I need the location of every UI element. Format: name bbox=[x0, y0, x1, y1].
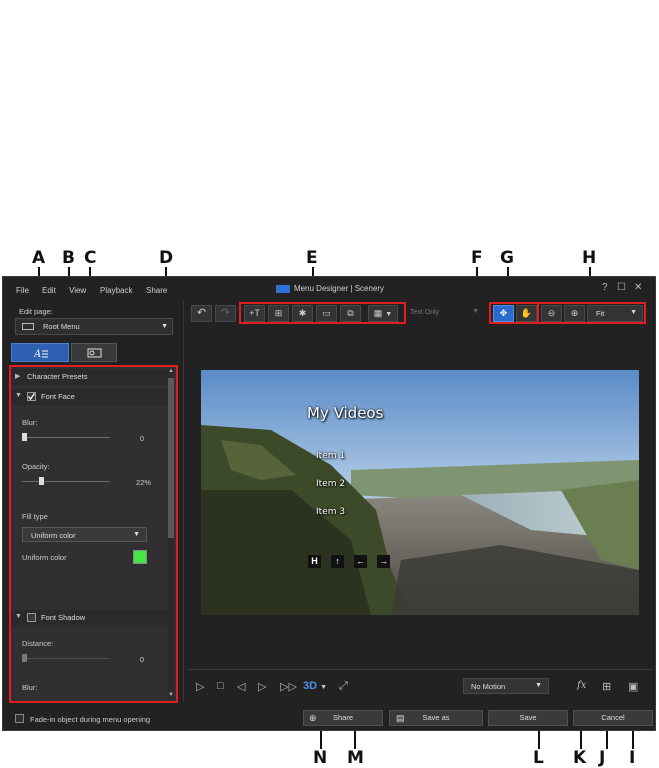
menu-item-3[interactable]: Item 3 bbox=[316, 507, 345, 517]
motion-dropdown[interactable]: No Motion ▼ bbox=[463, 678, 549, 694]
menu-item-2[interactable]: Item 2 bbox=[316, 479, 345, 489]
chevron-down-icon: ▼ bbox=[472, 308, 479, 315]
playback-divider bbox=[187, 669, 653, 670]
next-arrow-button[interactable]: → bbox=[377, 555, 390, 568]
cancel-button[interactable]: Cancel bbox=[573, 710, 653, 726]
panel-splitter[interactable] bbox=[183, 301, 184, 701]
highlight-b bbox=[9, 365, 178, 703]
chevron-down-icon: ▼ bbox=[535, 682, 542, 689]
redo-button[interactable]: ↷ bbox=[215, 305, 236, 322]
previous-frame-button[interactable]: ◁ bbox=[237, 680, 245, 693]
grid-icon: ⊞ bbox=[602, 681, 612, 693]
previous-arrow-button[interactable]: ← bbox=[354, 555, 367, 568]
fast-forward-icon: ▷▷ bbox=[280, 681, 297, 693]
play-button[interactable]: ▷ bbox=[196, 680, 204, 693]
grid-lines-button[interactable]: ⊞ bbox=[602, 680, 611, 693]
callout-g: G bbox=[500, 248, 514, 268]
fullscreen-button[interactable]: ⤢ bbox=[339, 680, 348, 693]
play-icon: ▷ bbox=[196, 681, 205, 693]
stop-icon: □ bbox=[217, 680, 224, 692]
tab-menu-properties[interactable] bbox=[71, 343, 117, 362]
callout-l: L bbox=[533, 748, 544, 768]
callout-i: I bbox=[629, 748, 636, 768]
help-button[interactable]: ? bbox=[602, 282, 608, 293]
menu-preview[interactable]: My Videos Item 1 Item 2 Item 3 H ↑ ← → bbox=[201, 370, 639, 615]
highlight-g bbox=[489, 302, 539, 324]
fade-in-label: Fade-in object during menu opening bbox=[30, 715, 151, 724]
callout-k: K bbox=[573, 748, 587, 768]
callout-h: H bbox=[582, 248, 597, 268]
callout-e: E bbox=[306, 248, 318, 268]
effects-button[interactable]: fx bbox=[577, 680, 586, 691]
next-frame-icon: ▷ bbox=[258, 681, 267, 693]
safe-zone-button[interactable]: ▣ bbox=[628, 680, 638, 693]
up-arrow-button[interactable]: ↑ bbox=[331, 555, 344, 568]
scenery-background-image bbox=[201, 370, 639, 615]
edit-page-spacer bbox=[9, 319, 175, 336]
stop-button[interactable]: □ bbox=[217, 680, 224, 692]
3d-button[interactable]: 3D ▼ bbox=[303, 680, 327, 692]
safe-zone-icon: ▣ bbox=[628, 681, 639, 693]
fast-forward-button[interactable]: ▷▷ bbox=[280, 680, 297, 693]
maximize-button[interactable]: ☐ bbox=[617, 282, 626, 293]
callout-a: A bbox=[32, 248, 46, 268]
share-globe-icon: ⊕ bbox=[309, 713, 317, 723]
undo-button[interactable]: ↶ bbox=[191, 305, 212, 322]
highlight-e bbox=[239, 302, 406, 324]
callout-j: J bbox=[599, 748, 606, 768]
close-button[interactable]: ✕ bbox=[634, 282, 642, 293]
redo-icon: ↷ bbox=[220, 307, 231, 319]
edit-page-label: Edit page: bbox=[19, 307, 53, 316]
save-as-icon: ▤ bbox=[396, 713, 405, 723]
fade-in-checkbox[interactable] bbox=[15, 714, 24, 723]
callout-f: F bbox=[471, 248, 483, 268]
callout-m: M bbox=[347, 748, 364, 768]
undo-icon: ↶ bbox=[196, 307, 207, 319]
app-logo-icon bbox=[275, 284, 290, 293]
menu-designer-window: File Edit View Playback Share Menu Desig… bbox=[2, 276, 656, 731]
menu-title-text[interactable]: My Videos bbox=[307, 404, 383, 422]
highlight-h bbox=[537, 302, 646, 324]
home-button[interactable]: H bbox=[308, 555, 321, 568]
save-button[interactable]: Save bbox=[488, 710, 568, 726]
svg-text:A: A bbox=[34, 349, 41, 359]
share-button[interactable]: ⊕ Share bbox=[303, 710, 383, 726]
tab-text-properties[interactable]: A bbox=[11, 343, 69, 362]
callout-b: B bbox=[62, 248, 75, 268]
menu-item-1[interactable]: Item 1 bbox=[316, 451, 345, 461]
callout-d: D bbox=[159, 248, 174, 268]
text-only-dropdown[interactable]: Text Only ▼ bbox=[408, 306, 483, 321]
callout-c: C bbox=[84, 248, 97, 268]
window-title: Menu Designer | Scenery bbox=[3, 284, 657, 293]
fx-icon: fx bbox=[577, 680, 587, 691]
menu-properties-icon bbox=[87, 348, 102, 358]
fullscreen-icon: ⤢ bbox=[339, 680, 348, 692]
text-properties-icon: A bbox=[34, 349, 48, 359]
next-frame-button[interactable]: ▷ bbox=[258, 680, 266, 693]
previous-frame-icon: ◁ bbox=[237, 681, 246, 693]
chevron-down-icon: ▼ bbox=[320, 684, 327, 691]
callout-n: N bbox=[313, 748, 328, 768]
save-as-button[interactable]: ▤ Save as bbox=[389, 710, 483, 726]
